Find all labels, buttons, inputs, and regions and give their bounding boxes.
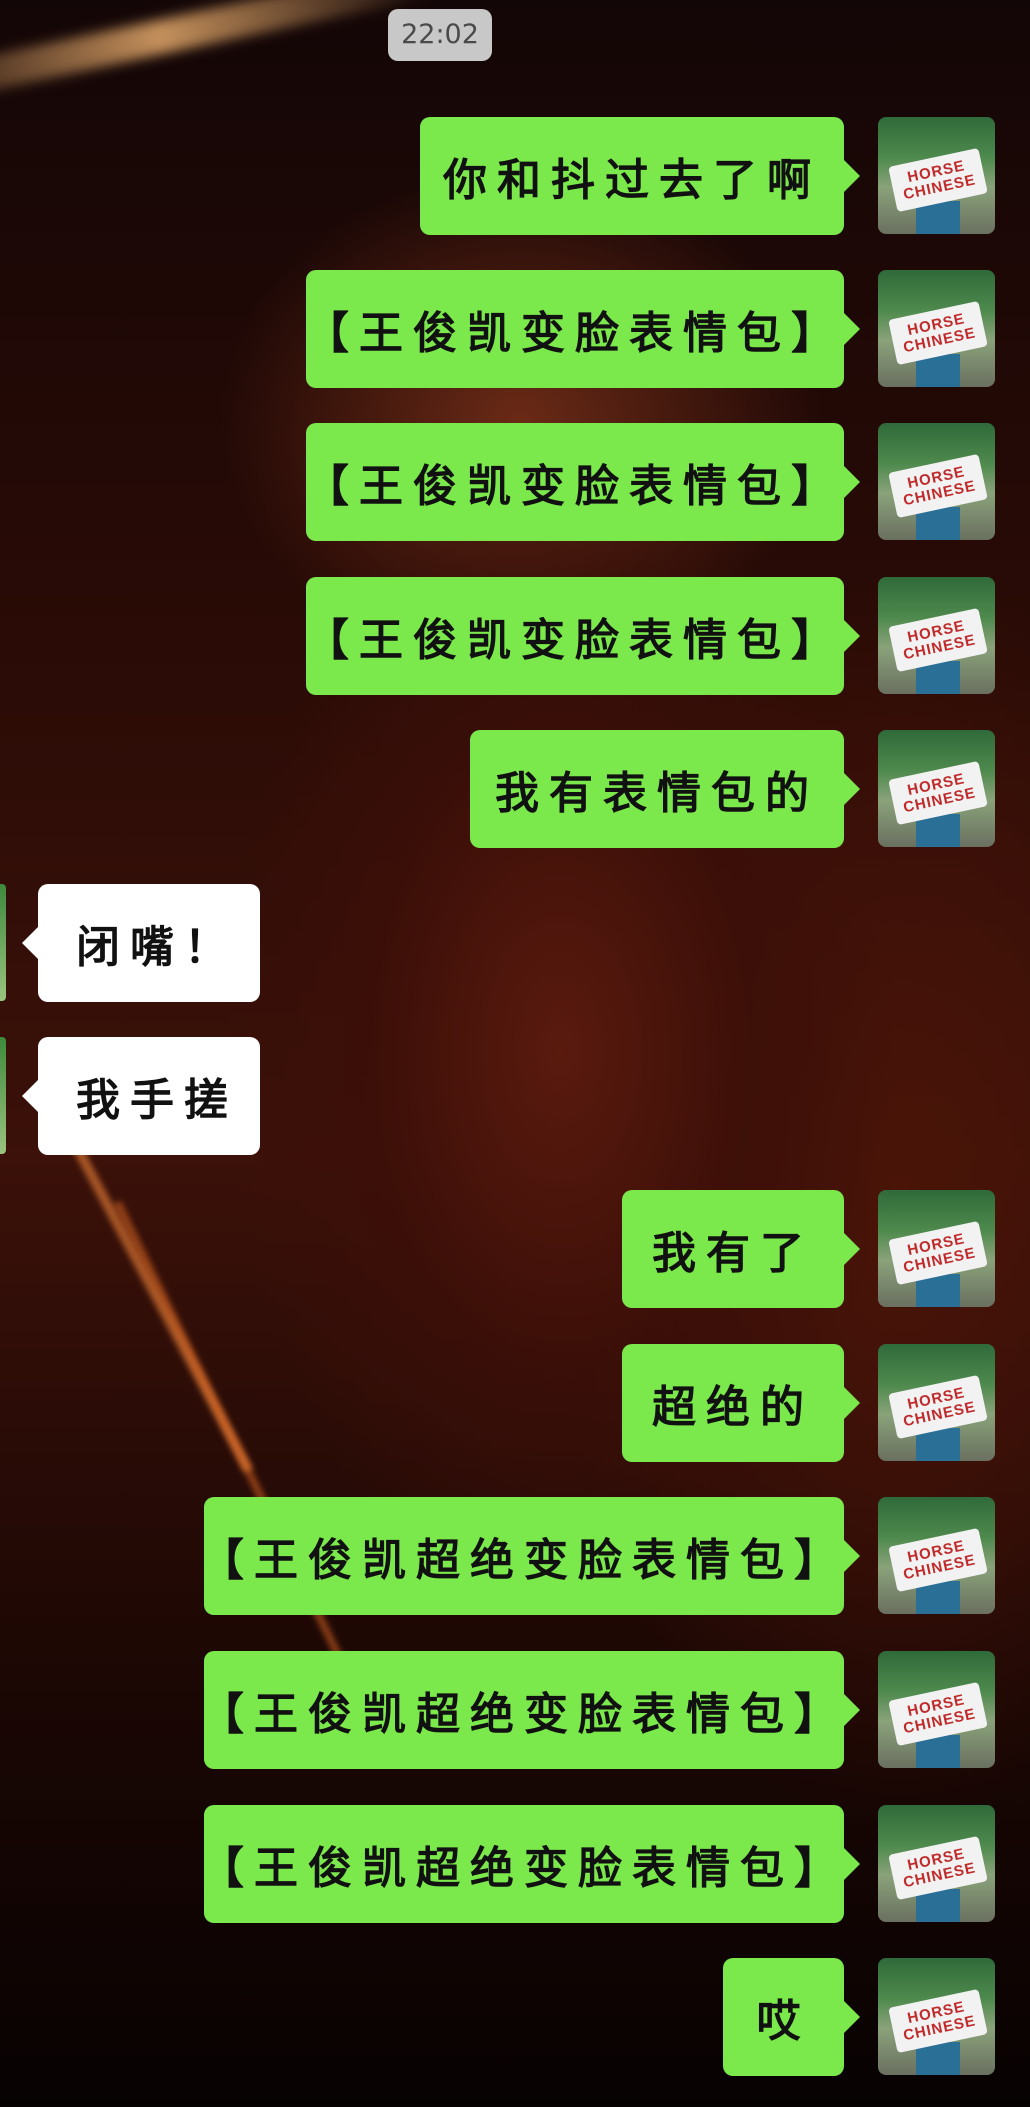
my-avatar[interactable]: HORSE CHINESE	[878, 1958, 995, 2075]
message-row-sent: 【王俊凯超绝变脸表情包】 HORSE CHINESE	[0, 1651, 1030, 1769]
message-row-sent: 我有了 HORSE CHINESE	[0, 1190, 1030, 1308]
message-row-received: 闭嘴！	[0, 884, 1030, 1002]
my-avatar[interactable]: HORSE CHINESE	[878, 423, 995, 540]
message-bubble-sent[interactable]: 你和抖过去了啊	[420, 117, 860, 235]
message-row-received: 我手搓	[0, 1037, 1030, 1155]
message-bubble-sent[interactable]: 【王俊凯变脸表情包】	[305, 423, 860, 541]
message-bubble-received[interactable]: 我手搓	[22, 1037, 260, 1155]
contact-avatar[interactable]	[0, 1037, 6, 1154]
message-row-sent: 【王俊凯变脸表情包】 HORSE CHINESE	[0, 577, 1030, 695]
my-avatar[interactable]: HORSE CHINESE	[878, 1190, 995, 1307]
message-bubble-sent[interactable]: 哎	[723, 1958, 860, 2076]
my-avatar[interactable]: HORSE CHINESE	[878, 1805, 995, 1922]
message-row-sent: 【王俊凯变脸表情包】 HORSE CHINESE	[0, 423, 1030, 541]
message-bubble-sent[interactable]: 【王俊凯超绝变脸表情包】	[200, 1497, 860, 1615]
message-row-sent: 哎 HORSE CHINESE	[0, 1958, 1030, 2076]
my-avatar[interactable]: HORSE CHINESE	[878, 1344, 995, 1461]
my-avatar[interactable]: HORSE CHINESE	[878, 1497, 995, 1614]
my-avatar[interactable]: HORSE CHINESE	[878, 577, 995, 694]
message-bubble-sent[interactable]: 【王俊凯变脸表情包】	[305, 270, 860, 388]
message-row-sent: 【王俊凯超绝变脸表情包】 HORSE CHINESE	[0, 1805, 1030, 1923]
message-bubble-sent[interactable]: 我有表情包的	[470, 730, 860, 848]
contact-avatar[interactable]	[0, 884, 6, 1001]
my-avatar[interactable]: HORSE CHINESE	[878, 270, 995, 387]
my-avatar[interactable]: HORSE CHINESE	[878, 117, 995, 234]
timestamp-badge: 22:02	[388, 9, 492, 61]
my-avatar[interactable]: HORSE CHINESE	[878, 730, 995, 847]
message-bubble-sent[interactable]: 超绝的	[622, 1344, 860, 1462]
message-row-sent: 你和抖过去了啊 HORSE CHINESE	[0, 117, 1030, 235]
message-bubble-sent[interactable]: 【王俊凯超绝变脸表情包】	[200, 1805, 860, 1923]
message-row-sent: 我有表情包的 HORSE CHINESE	[0, 730, 1030, 848]
my-avatar[interactable]: HORSE CHINESE	[878, 1651, 995, 1768]
background-light-streak	[0, 0, 438, 112]
message-row-sent: 【王俊凯超绝变脸表情包】 HORSE CHINESE	[0, 1497, 1030, 1615]
message-bubble-sent[interactable]: 我有了	[622, 1190, 860, 1308]
message-row-sent: 超绝的 HORSE CHINESE	[0, 1344, 1030, 1462]
message-bubble-sent[interactable]: 【王俊凯超绝变脸表情包】	[200, 1651, 860, 1769]
message-bubble-sent[interactable]: 【王俊凯变脸表情包】	[305, 577, 860, 695]
message-row-sent: 【王俊凯变脸表情包】 HORSE CHINESE	[0, 270, 1030, 388]
message-bubble-received[interactable]: 闭嘴！	[22, 884, 260, 1002]
